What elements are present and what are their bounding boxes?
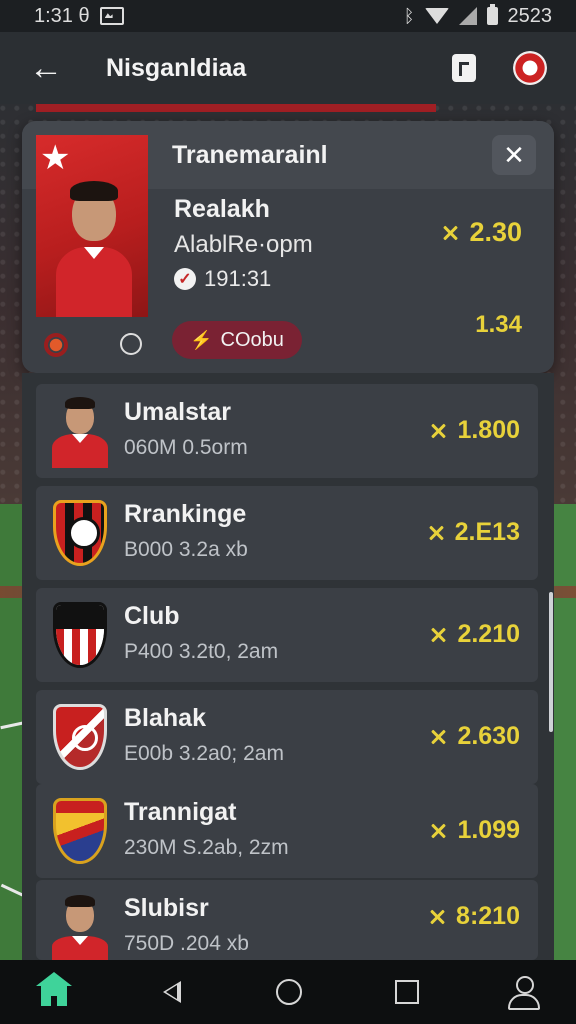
item-price: 2.E13 bbox=[429, 518, 520, 547]
close-button[interactable]: ✕ bbox=[492, 135, 536, 175]
featured-player-card[interactable]: ★ Tranemarainl ✕ Realakh AlablRe·opm ✓ 1… bbox=[22, 121, 554, 373]
action-pill-button[interactable]: ⚡ COobu bbox=[172, 321, 302, 359]
image-notification-icon bbox=[99, 7, 124, 25]
user-icon bbox=[508, 976, 540, 1010]
club-crest-icon bbox=[513, 51, 547, 85]
item-price-value: 1.800 bbox=[457, 416, 520, 444]
item-detail: E00b 3.2a0; 2am bbox=[124, 742, 284, 765]
profile-button[interactable] bbox=[502, 970, 546, 1014]
item-detail: 750D .204 xb bbox=[124, 932, 249, 955]
arrow-left-icon: ← bbox=[29, 48, 63, 87]
sparkle-icon bbox=[431, 824, 445, 838]
scrollbar[interactable] bbox=[549, 592, 553, 732]
square-icon bbox=[394, 980, 419, 1004]
bottom-nav bbox=[0, 960, 576, 1024]
bluetooth-icon: ᛒ bbox=[403, 5, 415, 26]
home-button[interactable] bbox=[32, 970, 76, 1014]
secondary-price: 1.34 bbox=[475, 311, 522, 338]
recents-button[interactable] bbox=[385, 970, 429, 1014]
app-bar: ← Nisganldiaa bbox=[0, 32, 576, 104]
list-item[interactable]: Blahak E00b 3.2a0; 2am 2.630 bbox=[36, 690, 538, 784]
item-price-value: 2.E13 bbox=[454, 518, 520, 546]
item-price: 1.800 bbox=[431, 416, 520, 445]
item-detail: 230M S.2ab, 2zm bbox=[124, 836, 289, 859]
sparkle-icon bbox=[431, 628, 445, 642]
item-name: Club bbox=[124, 602, 180, 630]
close-icon: ✕ bbox=[503, 139, 525, 170]
player-avatar bbox=[50, 394, 110, 468]
system-home-button[interactable] bbox=[267, 970, 311, 1014]
sparkle-icon bbox=[431, 730, 445, 744]
signal-icon bbox=[458, 7, 477, 25]
wifi-icon bbox=[424, 8, 449, 24]
banner-strip bbox=[36, 104, 436, 112]
verified-value: 191:31 bbox=[204, 266, 272, 291]
status-right: ᛒ 2523 bbox=[403, 4, 553, 28]
primary-price: 2.30 bbox=[443, 217, 522, 248]
select-radio[interactable] bbox=[120, 333, 142, 355]
list-item[interactable]: Rrankinge B000 3.2a xb 2.E13 bbox=[36, 486, 538, 580]
item-price: 1.099 bbox=[431, 816, 520, 845]
primary-price-value: 2.30 bbox=[469, 217, 522, 247]
book-icon bbox=[452, 54, 476, 82]
back-button[interactable]: ← bbox=[24, 46, 68, 90]
home-icon bbox=[36, 972, 72, 1006]
item-name: Rrankinge bbox=[124, 500, 247, 528]
club-crest bbox=[50, 496, 110, 570]
battery-icon bbox=[486, 4, 498, 25]
item-detail: P400 3.2t0, 2am bbox=[124, 640, 279, 663]
status-right-time: 2523 bbox=[507, 4, 553, 27]
player-figure bbox=[54, 181, 134, 317]
status-bar: 1:31 θ ᛒ 2523 bbox=[0, 0, 576, 32]
list-item[interactable]: Club P400 3.2t0, 2am 2.210 bbox=[36, 588, 538, 682]
item-price: 2.630 bbox=[431, 722, 520, 751]
club-crest bbox=[50, 794, 110, 868]
bolt-icon: ⚡ bbox=[190, 329, 213, 350]
list-item[interactable]: Slubisr 750D .204 xb 8:210 bbox=[36, 880, 538, 962]
player-name: Realakh bbox=[174, 195, 270, 223]
item-detail: B000 3.2a xb bbox=[124, 538, 248, 561]
verified-row: ✓ 191:31 bbox=[174, 266, 271, 292]
results-list[interactable]: Umalstar 060M 0.5orm 1.800 Rrankinge B00… bbox=[22, 373, 554, 962]
sparkle-icon bbox=[431, 424, 445, 438]
item-name: Trannigat bbox=[124, 798, 237, 826]
notes-button[interactable] bbox=[442, 46, 486, 90]
sparkle-icon bbox=[443, 226, 457, 240]
club-crest bbox=[50, 700, 110, 774]
page-title: Nisganldiaa bbox=[106, 53, 247, 82]
club-crest bbox=[50, 598, 110, 672]
player-subtitle: AlablRe·opm bbox=[174, 231, 313, 258]
item-price-value: 8:210 bbox=[456, 902, 520, 930]
action-pill-label: COobu bbox=[220, 328, 284, 351]
list-item[interactable]: Umalstar 060M 0.5orm 1.800 bbox=[36, 384, 538, 478]
check-icon: ✓ bbox=[174, 268, 196, 290]
status-left: 1:31 θ bbox=[34, 5, 124, 28]
item-price-value: 1.099 bbox=[457, 816, 520, 844]
back-triangle-icon bbox=[162, 981, 181, 1003]
item-name: Umalstar bbox=[124, 398, 231, 426]
item-price: 2.210 bbox=[431, 620, 520, 649]
club-profile-button[interactable] bbox=[508, 46, 552, 90]
item-price: 8:210 bbox=[430, 902, 520, 931]
sparkle-icon bbox=[429, 526, 443, 540]
star-icon: ★ bbox=[40, 139, 71, 177]
item-price-value: 2.630 bbox=[457, 722, 520, 750]
item-name: Slubisr bbox=[124, 894, 209, 922]
item-name: Blahak bbox=[124, 704, 206, 732]
player-photo: ★ bbox=[36, 135, 148, 317]
item-detail: 060M 0.5orm bbox=[124, 436, 248, 459]
club-badge-icon bbox=[44, 333, 68, 357]
circle-icon bbox=[276, 979, 302, 1005]
sparkle-icon bbox=[430, 910, 444, 924]
system-back-button[interactable] bbox=[150, 970, 194, 1014]
player-avatar bbox=[50, 890, 110, 964]
status-time: 1:31 θ bbox=[34, 4, 90, 27]
item-price-value: 2.210 bbox=[457, 620, 520, 648]
card-title: Tranemarainl bbox=[172, 141, 328, 169]
list-item[interactable]: Trannigat 230M S.2ab, 2zm 1.099 bbox=[36, 784, 538, 878]
